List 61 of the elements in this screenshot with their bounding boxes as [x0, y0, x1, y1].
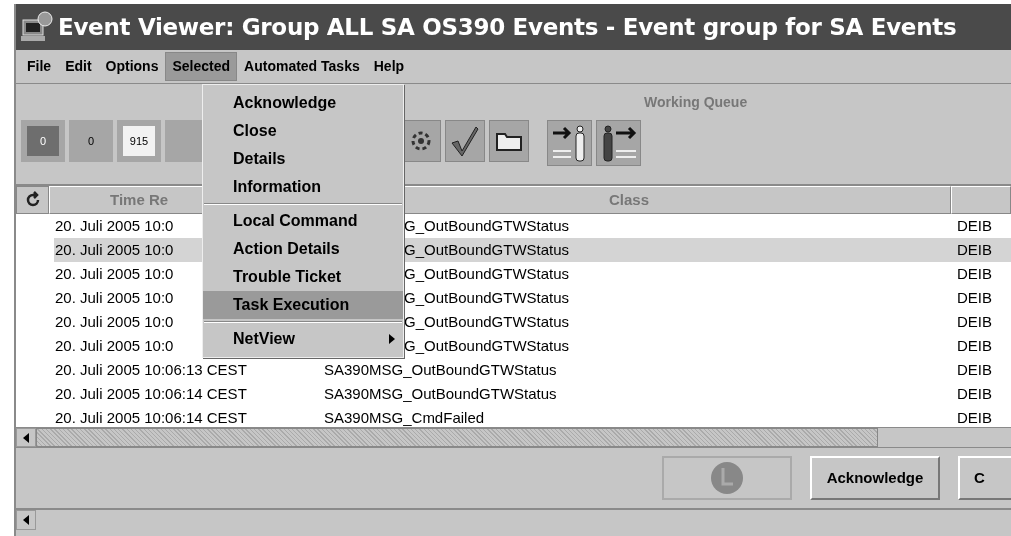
table-cell: DEIB [957, 265, 992, 283]
menu-item[interactable]: Acknowledge [203, 89, 403, 117]
table-cell: 20. Juli 2005 10:06:13 CEST [55, 361, 247, 379]
clock-icon [709, 460, 745, 496]
submenu-arrow-icon [389, 334, 395, 344]
menu-item[interactable]: File [20, 52, 59, 81]
table-cell: G_OutBoundGTWStatus [404, 241, 570, 259]
action-button[interactable]: Acknowledge [810, 456, 940, 500]
table-cell: DEIB [957, 217, 992, 235]
refresh-button[interactable] [16, 186, 49, 214]
table-cell: G_OutBoundGTWStatus [404, 265, 570, 283]
table-cell: 20. Juli 2005 10:0 [55, 289, 174, 307]
table-cell: DEIB [957, 241, 992, 259]
table-cell: 20. Juli 2005 10:0 [55, 265, 174, 283]
table-cell: 20. Juli 2005 10:06:14 CEST [55, 409, 247, 427]
menu-item[interactable]: Help [366, 52, 412, 81]
action-button[interactable]: C [958, 456, 1011, 500]
left-arrow-icon [23, 432, 29, 443]
counter-button[interactable]: 0 [69, 120, 113, 162]
folder-button[interactable] [489, 120, 529, 162]
table-cell: 20. Juli 2005 10:0 [55, 313, 174, 331]
table-cell: G_OutBoundGTWStatus [404, 289, 570, 307]
table-cell: DEIB [957, 409, 992, 427]
scrollbar-thumb[interactable] [36, 428, 878, 447]
menu-item[interactable]: Action Details [203, 235, 403, 263]
table-cell: 20. Juli 2005 10:06:14 CEST [55, 385, 247, 403]
menu-item[interactable]: Edit [58, 52, 99, 81]
folder-icon [495, 130, 523, 152]
horizontal-scrollbar[interactable] [16, 428, 1011, 448]
assign-person-button[interactable] [547, 120, 592, 166]
menu-item[interactable]: Task Execution [203, 291, 403, 319]
checkmark-icon [450, 125, 480, 157]
table-cell: DEIB [957, 385, 992, 403]
counter-button[interactable]: 915 [117, 120, 161, 162]
table-cell: DEIB [957, 361, 992, 379]
counter-button[interactable]: 0 [21, 120, 65, 162]
table-cell: DEIB [957, 337, 992, 355]
menu-item[interactable]: Selected [165, 52, 238, 81]
menu-item[interactable]: Options [98, 52, 166, 81]
table-cell: DEIB [957, 313, 992, 331]
table-cell: DEIB [957, 289, 992, 307]
menu-item[interactable]: Automated Tasks [237, 52, 367, 81]
table-cell: SA390MSG_CmdFailed [324, 409, 485, 427]
left-arrow-icon [23, 515, 29, 525]
monitor-icon [20, 10, 54, 44]
checkmark-button[interactable] [445, 120, 485, 162]
table-cell: SA390MSG_OutBoundGTWStatus [324, 385, 557, 403]
table-cell: 20. Juli 2005 10:0 [55, 241, 174, 259]
toolbar-title: Working Queue [644, 93, 748, 112]
table-cell: 20. Juli 2005 10:0 [55, 217, 174, 235]
table-cell: 20. Juli 2005 10:0 [55, 337, 174, 355]
window-title: Event Viewer: Group ALL SA OS390 Events - Event group for SA Events [58, 12, 957, 42]
table-cell: G_OutBoundGTWStatus [404, 217, 570, 235]
table-cell: G_OutBoundGTWStatus [404, 313, 570, 331]
table-cell: SA390MSG_OutBoundGTWStatus [324, 361, 557, 379]
scroll-left-button[interactable] [16, 510, 36, 530]
release-person-button[interactable] [596, 120, 641, 166]
menu-item[interactable]: Close [203, 117, 403, 145]
scroll-left-button[interactable] [16, 428, 36, 447]
menu-item[interactable]: Details [203, 145, 403, 173]
table-cell: G_OutBoundGTWStatus [404, 337, 570, 355]
